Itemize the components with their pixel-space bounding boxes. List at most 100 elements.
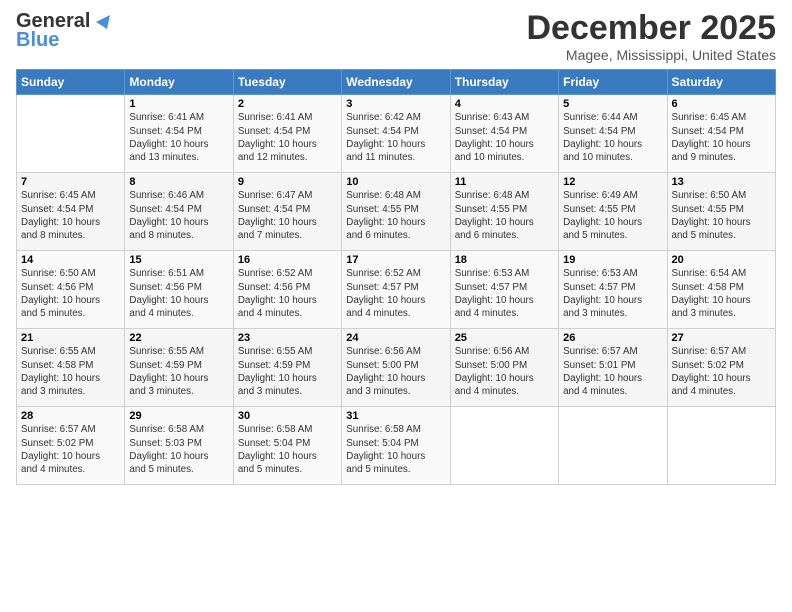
calendar-cell: 9Sunrise: 6:47 AM Sunset: 4:54 PM Daylig… (233, 173, 341, 251)
calendar-cell: 24Sunrise: 6:56 AM Sunset: 5:00 PM Dayli… (342, 329, 450, 407)
day-number: 7 (21, 176, 120, 188)
calendar-cell: 11Sunrise: 6:48 AM Sunset: 4:55 PM Dayli… (450, 173, 558, 251)
calendar-week-1: 1Sunrise: 6:41 AM Sunset: 4:54 PM Daylig… (17, 95, 776, 173)
day-info: Sunrise: 6:41 AM Sunset: 4:54 PM Dayligh… (129, 111, 228, 164)
logo-icon (92, 11, 114, 33)
day-number: 29 (129, 410, 228, 422)
day-info: Sunrise: 6:56 AM Sunset: 5:00 PM Dayligh… (346, 345, 445, 398)
location: Magee, Mississippi, United States (526, 47, 776, 63)
calendar-cell: 26Sunrise: 6:57 AM Sunset: 5:01 PM Dayli… (559, 329, 667, 407)
day-number: 12 (563, 176, 662, 188)
day-info: Sunrise: 6:44 AM Sunset: 4:54 PM Dayligh… (563, 111, 662, 164)
day-number: 5 (563, 98, 662, 110)
calendar-cell: 2Sunrise: 6:41 AM Sunset: 4:54 PM Daylig… (233, 95, 341, 173)
day-info: Sunrise: 6:54 AM Sunset: 4:58 PM Dayligh… (672, 267, 771, 320)
day-number: 28 (21, 410, 120, 422)
day-info: Sunrise: 6:55 AM Sunset: 4:59 PM Dayligh… (238, 345, 337, 398)
day-number: 27 (672, 332, 771, 344)
calendar-header-tuesday: Tuesday (233, 70, 341, 95)
calendar-cell: 29Sunrise: 6:58 AM Sunset: 5:03 PM Dayli… (125, 407, 233, 485)
day-number: 9 (238, 176, 337, 188)
day-info: Sunrise: 6:53 AM Sunset: 4:57 PM Dayligh… (563, 267, 662, 320)
day-info: Sunrise: 6:50 AM Sunset: 4:55 PM Dayligh… (672, 189, 771, 242)
calendar-cell: 20Sunrise: 6:54 AM Sunset: 4:58 PM Dayli… (667, 251, 775, 329)
calendar-cell: 8Sunrise: 6:46 AM Sunset: 4:54 PM Daylig… (125, 173, 233, 251)
calendar-cell: 6Sunrise: 6:45 AM Sunset: 4:54 PM Daylig… (667, 95, 775, 173)
day-info: Sunrise: 6:57 AM Sunset: 5:02 PM Dayligh… (21, 423, 120, 476)
day-number: 11 (455, 176, 554, 188)
calendar-week-3: 14Sunrise: 6:50 AM Sunset: 4:56 PM Dayli… (17, 251, 776, 329)
month-title: December 2025 (526, 10, 776, 47)
calendar-cell (17, 95, 125, 173)
day-info: Sunrise: 6:55 AM Sunset: 4:58 PM Dayligh… (21, 345, 120, 398)
day-info: Sunrise: 6:47 AM Sunset: 4:54 PM Dayligh… (238, 189, 337, 242)
calendar-cell: 21Sunrise: 6:55 AM Sunset: 4:58 PM Dayli… (17, 329, 125, 407)
day-number: 1 (129, 98, 228, 110)
day-info: Sunrise: 6:52 AM Sunset: 4:56 PM Dayligh… (238, 267, 337, 320)
calendar-header-row: SundayMondayTuesdayWednesdayThursdayFrid… (17, 70, 776, 95)
day-number: 24 (346, 332, 445, 344)
calendar-cell: 19Sunrise: 6:53 AM Sunset: 4:57 PM Dayli… (559, 251, 667, 329)
day-info: Sunrise: 6:49 AM Sunset: 4:55 PM Dayligh… (563, 189, 662, 242)
header: General Blue December 2025 Magee, Missis… (16, 10, 776, 63)
calendar-cell: 25Sunrise: 6:56 AM Sunset: 5:00 PM Dayli… (450, 329, 558, 407)
calendar-cell: 10Sunrise: 6:48 AM Sunset: 4:55 PM Dayli… (342, 173, 450, 251)
day-info: Sunrise: 6:46 AM Sunset: 4:54 PM Dayligh… (129, 189, 228, 242)
calendar-header-saturday: Saturday (667, 70, 775, 95)
calendar-cell (559, 407, 667, 485)
day-number: 16 (238, 254, 337, 266)
day-number: 25 (455, 332, 554, 344)
day-info: Sunrise: 6:48 AM Sunset: 4:55 PM Dayligh… (455, 189, 554, 242)
calendar-cell: 15Sunrise: 6:51 AM Sunset: 4:56 PM Dayli… (125, 251, 233, 329)
day-number: 2 (238, 98, 337, 110)
day-info: Sunrise: 6:41 AM Sunset: 4:54 PM Dayligh… (238, 111, 337, 164)
day-info: Sunrise: 6:43 AM Sunset: 4:54 PM Dayligh… (455, 111, 554, 164)
day-info: Sunrise: 6:50 AM Sunset: 4:56 PM Dayligh… (21, 267, 120, 320)
calendar-cell: 12Sunrise: 6:49 AM Sunset: 4:55 PM Dayli… (559, 173, 667, 251)
calendar-cell: 3Sunrise: 6:42 AM Sunset: 4:54 PM Daylig… (342, 95, 450, 173)
calendar-cell: 7Sunrise: 6:45 AM Sunset: 4:54 PM Daylig… (17, 173, 125, 251)
day-number: 13 (672, 176, 771, 188)
calendar-cell: 14Sunrise: 6:50 AM Sunset: 4:56 PM Dayli… (17, 251, 125, 329)
calendar-cell: 1Sunrise: 6:41 AM Sunset: 4:54 PM Daylig… (125, 95, 233, 173)
calendar-cell: 17Sunrise: 6:52 AM Sunset: 4:57 PM Dayli… (342, 251, 450, 329)
day-number: 20 (672, 254, 771, 266)
calendar-cell: 23Sunrise: 6:55 AM Sunset: 4:59 PM Dayli… (233, 329, 341, 407)
day-number: 17 (346, 254, 445, 266)
calendar-cell: 13Sunrise: 6:50 AM Sunset: 4:55 PM Dayli… (667, 173, 775, 251)
calendar-week-4: 21Sunrise: 6:55 AM Sunset: 4:58 PM Dayli… (17, 329, 776, 407)
day-number: 23 (238, 332, 337, 344)
day-number: 31 (346, 410, 445, 422)
logo: General Blue (16, 10, 114, 52)
calendar-header-wednesday: Wednesday (342, 70, 450, 95)
day-number: 14 (21, 254, 120, 266)
calendar-week-5: 28Sunrise: 6:57 AM Sunset: 5:02 PM Dayli… (17, 407, 776, 485)
calendar-cell: 5Sunrise: 6:44 AM Sunset: 4:54 PM Daylig… (559, 95, 667, 173)
day-info: Sunrise: 6:55 AM Sunset: 4:59 PM Dayligh… (129, 345, 228, 398)
calendar-header-sunday: Sunday (17, 70, 125, 95)
day-info: Sunrise: 6:56 AM Sunset: 5:00 PM Dayligh… (455, 345, 554, 398)
day-number: 6 (672, 98, 771, 110)
calendar-cell: 16Sunrise: 6:52 AM Sunset: 4:56 PM Dayli… (233, 251, 341, 329)
day-info: Sunrise: 6:53 AM Sunset: 4:57 PM Dayligh… (455, 267, 554, 320)
day-info: Sunrise: 6:58 AM Sunset: 5:03 PM Dayligh… (129, 423, 228, 476)
day-number: 30 (238, 410, 337, 422)
day-info: Sunrise: 6:51 AM Sunset: 4:56 PM Dayligh… (129, 267, 228, 320)
day-info: Sunrise: 6:45 AM Sunset: 4:54 PM Dayligh… (21, 189, 120, 242)
day-number: 26 (563, 332, 662, 344)
day-number: 18 (455, 254, 554, 266)
calendar-cell: 30Sunrise: 6:58 AM Sunset: 5:04 PM Dayli… (233, 407, 341, 485)
day-info: Sunrise: 6:45 AM Sunset: 4:54 PM Dayligh… (672, 111, 771, 164)
calendar-cell: 31Sunrise: 6:58 AM Sunset: 5:04 PM Dayli… (342, 407, 450, 485)
day-number: 21 (21, 332, 120, 344)
calendar-cell: 4Sunrise: 6:43 AM Sunset: 4:54 PM Daylig… (450, 95, 558, 173)
day-info: Sunrise: 6:57 AM Sunset: 5:02 PM Dayligh… (672, 345, 771, 398)
day-number: 4 (455, 98, 554, 110)
day-number: 19 (563, 254, 662, 266)
calendar-header-monday: Monday (125, 70, 233, 95)
page: General Blue December 2025 Magee, Missis… (0, 0, 792, 612)
calendar-week-2: 7Sunrise: 6:45 AM Sunset: 4:54 PM Daylig… (17, 173, 776, 251)
calendar-cell: 22Sunrise: 6:55 AM Sunset: 4:59 PM Dayli… (125, 329, 233, 407)
calendar-header-thursday: Thursday (450, 70, 558, 95)
day-number: 3 (346, 98, 445, 110)
